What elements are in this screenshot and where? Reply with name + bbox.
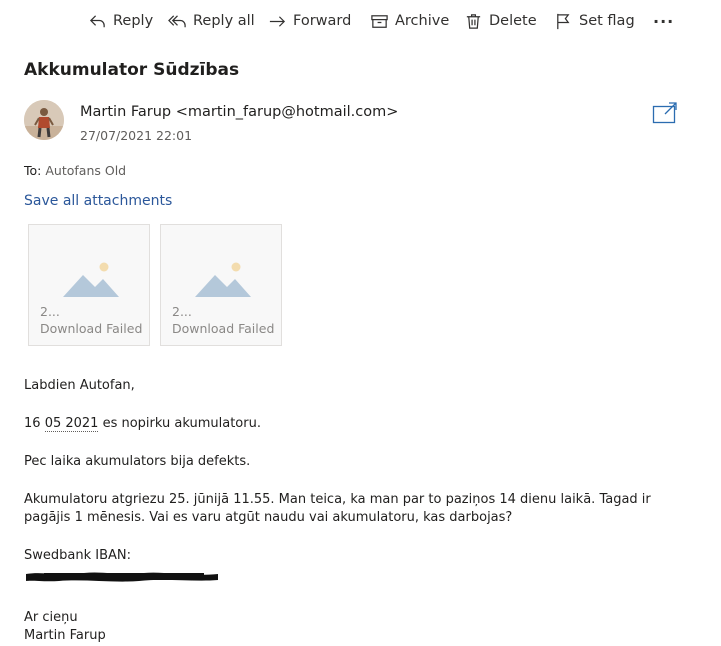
attachment-status: Download Failed [172,321,275,336]
reply-all-icon [168,14,186,27]
reply-button[interactable]: Reply [88,10,153,32]
email-date: 27/07/2021 22:01 [80,128,193,143]
attachment-name: 2... [172,304,192,319]
reply-label: Reply [113,13,154,29]
archive-icon [371,14,388,28]
to-label: To: [24,163,42,178]
reply-icon [89,14,105,27]
sender-avatar [24,100,64,140]
trash-icon [466,13,481,29]
person-photo-icon [24,100,64,140]
forward-arrow-icon [269,15,286,27]
attachment-status: Download Failed [40,321,143,336]
delete-button[interactable]: Delete [464,10,537,32]
archive-label: Archive [395,13,450,29]
attachment-name: 2... [40,304,60,319]
body-paragraph: Pec laika akumulators bija defekts. [24,454,251,469]
iban-label: Swedbank IBAN: [24,548,132,563]
reply-all-button[interactable]: Reply all [168,10,255,32]
save-all-attachments-link[interactable]: Save all attachments [24,193,172,209]
popout-icon [652,102,677,124]
body-text-segment: 16 [24,416,45,431]
image-placeholder-icon [63,262,119,297]
signoff: Ar cieņu [24,610,78,625]
recipients-line: To: Autofans Old [24,163,126,178]
more-options-button[interactable]: ··· [653,10,674,32]
body-text-segment: es nopirku akumulatoru. [98,416,261,431]
signature-name: Martin Farup [24,628,106,643]
flag-icon [557,13,570,29]
body-greeting: Labdien Autofan, [24,378,135,393]
reply-all-label: Reply all [193,13,255,29]
sender-name-email[interactable]: Martin Farup <martin_farup@hotmail.com> [80,104,398,120]
delete-label: Delete [489,13,537,29]
set-flag-button[interactable]: Set flag [554,10,635,32]
body-paragraph: 16 05 2021 es nopirku akumulatoru. [24,415,261,433]
forward-button[interactable]: Forward [268,10,351,32]
image-placeholder-icon [195,262,251,297]
forward-label: Forward [293,13,352,29]
attachment-card[interactable]: 2... Download Failed [160,224,282,346]
command-toolbar: Reply Reply all Forward Archive Delete S… [0,0,721,42]
detected-date-link[interactable]: 05 2021 [44,416,99,432]
attachment-card[interactable]: 2... Download Failed [28,224,150,346]
set-flag-label: Set flag [579,13,635,29]
body-paragraph: Akumulatoru atgriezu 25. jūnijā 11.55. M… [24,492,651,525]
redaction-mark [26,572,218,582]
open-in-new-window-button[interactable] [652,101,678,125]
recipient-name[interactable]: Autofans Old [45,163,126,178]
archive-button[interactable]: Archive [370,10,449,32]
email-subject: Akkumulator Sūdzības [24,60,240,80]
